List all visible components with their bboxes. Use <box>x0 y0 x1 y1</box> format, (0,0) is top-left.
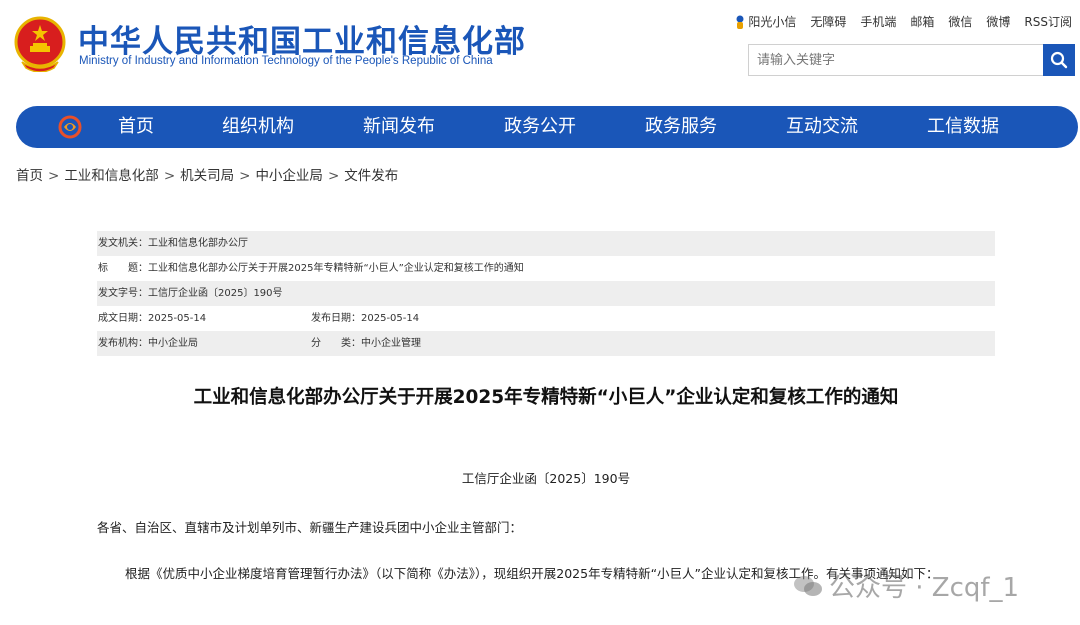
nav-organization[interactable]: 组织机构 <box>222 106 294 148</box>
toplink-mail[interactable]: 邮箱 <box>910 13 934 30</box>
meta-subject: 标 题：工业和信息化部办公厅关于开展2025年专精特新“小巨人”企业认定和复核工… <box>98 263 524 274</box>
meta-organization: 发布机构：中小企业局 <box>98 338 198 349</box>
breadcrumb-separator: > <box>239 168 251 184</box>
breadcrumb-documents[interactable]: 文件发布 <box>344 168 398 184</box>
toplink-wechat[interactable]: 微信 <box>948 13 972 30</box>
main-nav: 首页 组织机构 新闻发布 政务公开 政务服务 互动交流 工信数据 <box>16 106 1078 148</box>
meta-published-date: 发布日期：2025-05-14 <box>311 313 420 324</box>
document-addressee: 各省、自治区、直辖市及计划单列市、新疆生产建设兵团中小企业主管部门： <box>97 520 523 535</box>
breadcrumb-ministry[interactable]: 工业和信息化部 <box>64 168 159 184</box>
nav-news[interactable]: 新闻发布 <box>363 106 435 148</box>
search-button[interactable] <box>1043 44 1075 76</box>
national-emblem-icon <box>14 16 66 72</box>
wechat-watermark: 公众号 · Zcqf_1 <box>793 567 1019 604</box>
toplink-label: 阳光小信 <box>748 15 797 29</box>
breadcrumb-separator: > <box>327 168 340 184</box>
wechat-icon <box>794 575 822 596</box>
meta-category: 分 类：中小企业管理 <box>311 338 421 349</box>
search-input[interactable] <box>749 45 1039 75</box>
breadcrumb-separator: > <box>163 168 176 184</box>
meta-row: 发布机构：中小企业局 分 类：中小企业管理 <box>97 331 995 356</box>
toplink-rss[interactable]: RSS订阅 <box>1024 13 1072 30</box>
breadcrumb-home[interactable]: 首页 <box>16 168 43 184</box>
ministry-logo-icon <box>58 115 82 139</box>
top-links: 阳光小信 无障碍 手机端 邮箱 微信 微博 RSS订阅 <box>735 13 1072 30</box>
document-number: 工信厅企业函〔2025〕190号 <box>461 471 631 486</box>
breadcrumb: 首页 > 工业和信息化部 > 机关司局 > 中小企业局 > 文件发布 <box>16 164 398 184</box>
breadcrumb-sme-bureau[interactable]: 中小企业局 <box>255 168 323 184</box>
nav-gov-affairs[interactable]: 政务公开 <box>504 106 576 148</box>
site-subtitle: Ministry of Industry and Information Tec… <box>79 55 493 67</box>
toplink-accessibility[interactable]: 无障碍 <box>810 13 846 30</box>
search-icon <box>1050 51 1068 69</box>
document-metadata: 发文机关：工业和信息化部办公厅 标 题：工业和信息化部办公厅关于开展2025年专… <box>97 231 995 356</box>
meta-issuer: 发文机关：工业和信息化部办公厅 <box>98 238 248 249</box>
meta-row: 发文机关：工业和信息化部办公厅 <box>97 231 995 256</box>
meta-created-date: 成文日期：2025-05-14 <box>98 313 207 324</box>
search-box <box>748 44 1075 76</box>
meta-doc-number: 发文字号：工信厅企业函〔2025〕190号 <box>98 288 283 299</box>
document-title: 工业和信息化部办公厅关于开展2025年专精特新“小巨人”企业认定和复核工作的通知 <box>193 387 899 408</box>
nav-data[interactable]: 工信数据 <box>927 106 999 148</box>
toplink-sunshine[interactable]: 阳光小信 <box>735 13 796 30</box>
breadcrumb-separator: > <box>48 168 60 184</box>
nav-gov-services[interactable]: 政务服务 <box>645 106 717 148</box>
toplink-weibo[interactable]: 微博 <box>986 13 1010 30</box>
mascot-icon <box>736 15 744 29</box>
toplink-mobile[interactable]: 手机端 <box>860 13 896 30</box>
meta-row: 标 题：工业和信息化部办公厅关于开展2025年专精特新“小巨人”企业认定和复核工… <box>97 256 995 281</box>
watermark-text: 公众号 · Zcqf_1 <box>829 573 1020 603</box>
nav-interaction[interactable]: 互动交流 <box>786 106 858 148</box>
breadcrumb-departments[interactable]: 机关司局 <box>180 168 234 184</box>
meta-row: 发文字号：工信厅企业函〔2025〕190号 <box>97 281 995 306</box>
nav-home[interactable]: 首页 <box>118 106 154 148</box>
meta-row: 成文日期：2025-05-14 发布日期：2025-05-14 <box>97 306 995 331</box>
site-header: 中华人民共和国工业和信息化部 Ministry of Industry and … <box>0 0 1080 100</box>
